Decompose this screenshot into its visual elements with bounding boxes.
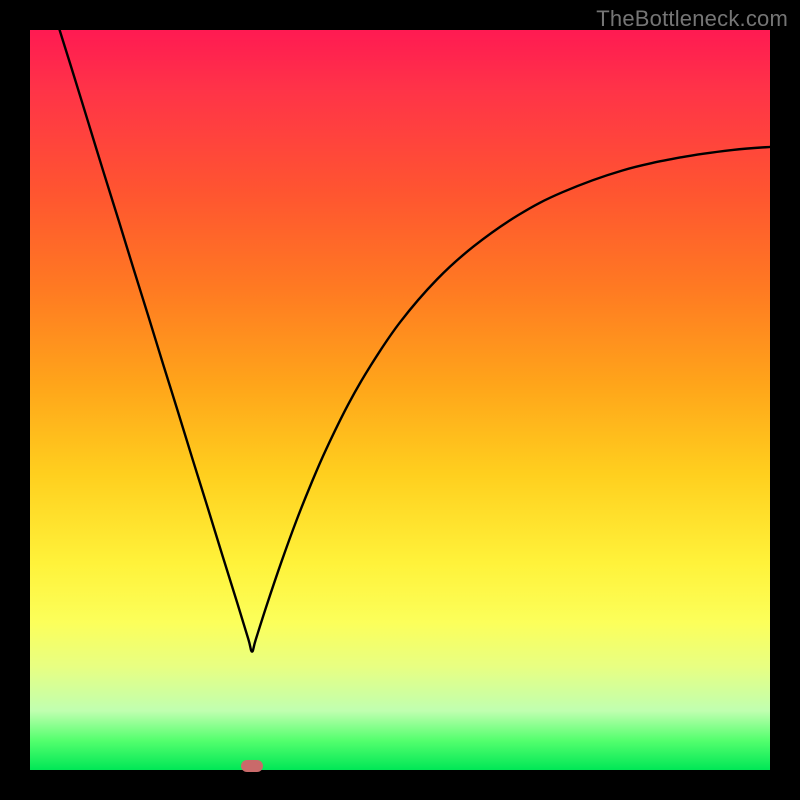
bottleneck-curve: [30, 30, 770, 770]
attribution-text: TheBottleneck.com: [596, 6, 788, 32]
chart-frame: TheBottleneck.com: [0, 0, 800, 800]
minimum-marker: [241, 760, 263, 772]
